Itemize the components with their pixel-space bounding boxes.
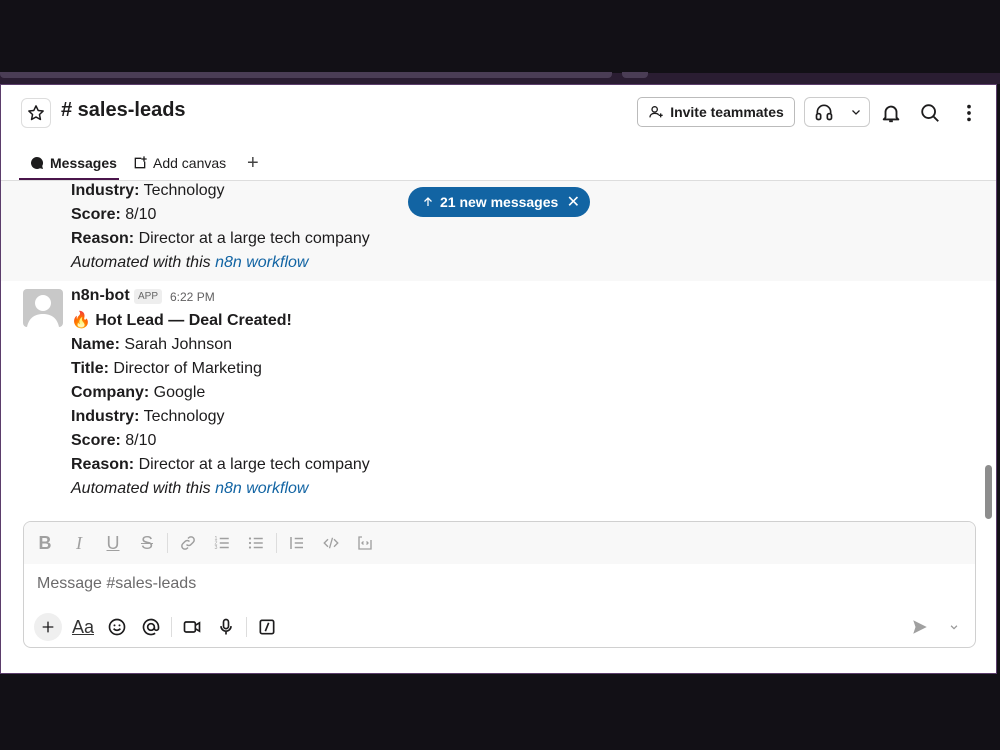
tab-messages[interactable]: Messages [29,149,117,177]
channel-title[interactable]: # sales-leads [61,99,186,122]
bulleted-list-icon[interactable] [239,528,273,558]
star-channel-button[interactable] [21,98,51,128]
new-messages-pill[interactable]: 21 new messages ✕ [408,187,590,217]
headphones-icon [815,104,833,121]
sender-name[interactable]: n8n-bot [71,287,130,305]
channel-tabs: Messages Add canvas + [1,139,996,181]
prev-score-line: Score: 8/10 [71,206,157,223]
prev-automated-line: Automated with this n8n workflow [71,254,309,271]
star-icon [28,105,44,121]
prev-industry-line: Industry: Technology [71,182,225,199]
close-icon[interactable]: ✕ [567,192,580,212]
send-button[interactable] [908,615,932,639]
score-line: Score: 8/10 [71,432,157,449]
emoji-icon[interactable] [100,612,134,642]
scrollbar-thumb[interactable] [985,465,992,519]
tab-messages-label: Messages [50,155,117,171]
underline-icon[interactable]: U [96,528,130,558]
message-list: Industry: Technology Score: 8/10 Reason:… [1,181,996,521]
new-messages-label: 21 new messages [440,194,559,210]
video-icon[interactable] [175,612,209,642]
plus-icon: + [247,151,259,174]
name-line: Name: Sarah Johnson [71,336,232,353]
chevron-down-icon [852,110,860,115]
bell-icon [882,105,900,123]
channel-header: # sales-leads Invite teammates [1,85,996,139]
message-composer: B I U S 123 Message #sales-leads Aa [23,521,976,648]
ordered-list-icon[interactable]: 123 [205,528,239,558]
arrow-up-icon [424,197,432,206]
strikethrough-icon[interactable]: S [130,528,164,558]
vertical-dots-icon [967,104,971,122]
browser-tab-shape [0,72,612,78]
search-icon [921,104,939,122]
divider [246,617,247,637]
huddle-button-group [804,97,870,127]
active-tab-indicator [19,178,119,180]
browser-tab-shape-small [622,72,648,78]
divider [171,617,172,637]
n8n-workflow-link[interactable]: n8n workflow [215,480,308,497]
slack-window: # sales-leads Invite teammates Messages [0,84,997,674]
reason-line: Reason: Director at a large tech company [71,456,370,473]
desktop-top-bar [0,0,1000,84]
send-icon [913,620,927,634]
italic-icon[interactable]: I [62,528,96,558]
huddle-button[interactable] [805,98,843,126]
composer-actions: Aa [24,610,975,644]
canvas-add-icon [134,156,147,169]
message-headline: 🔥 Hot Lead — Deal Created! [71,312,292,329]
desktop-bottom-bar [0,674,1000,750]
tab-add-canvas-label: Add canvas [153,155,227,171]
divider [276,533,277,553]
send-options-button[interactable] [942,615,966,639]
formatting-toolbar: B I U S 123 [24,522,975,564]
industry-line: Industry: Technology [71,408,225,425]
plus-icon [42,621,54,633]
avatar[interactable] [23,289,63,327]
huddle-options-button[interactable] [843,98,869,126]
invite-teammates-button[interactable]: Invite teammates [637,97,795,127]
automated-line: Automated with this n8n workflow [71,480,309,497]
attach-button[interactable] [34,613,62,641]
tab-add-canvas[interactable]: Add canvas [132,149,226,177]
microphone-icon[interactable] [209,612,243,642]
message-input[interactable]: Message #sales-leads [37,575,196,593]
code-block-icon[interactable] [348,528,382,558]
title-line: Title: Director of Marketing [71,360,262,377]
text-format-icon[interactable]: Aa [66,612,100,642]
add-tab-button[interactable]: + [247,149,259,177]
message-bubble-icon [31,157,44,169]
notifications-button[interactable] [877,99,905,127]
invite-label: Invite teammates [670,104,784,120]
app-badge: APP [134,289,163,304]
divider [167,533,168,553]
more-options-button[interactable] [955,99,983,127]
code-icon[interactable] [314,528,348,558]
search-button[interactable] [916,99,944,127]
company-line: Company: Google [71,384,206,401]
prev-reason-line: Reason: Director at a large tech company [71,230,370,247]
n8n-workflow-link[interactable]: n8n workflow [215,254,308,271]
message-timestamp[interactable]: 6:22 PM [170,290,215,304]
svg-text:3: 3 [215,545,218,551]
add-user-icon [649,106,663,118]
bold-icon[interactable]: B [28,528,62,558]
mention-icon[interactable] [134,612,168,642]
slash-command-icon[interactable] [250,612,284,642]
default-avatar-icon [27,295,59,327]
blockquote-icon[interactable] [280,528,314,558]
link-icon[interactable] [171,528,205,558]
chevron-down-icon [950,625,958,630]
